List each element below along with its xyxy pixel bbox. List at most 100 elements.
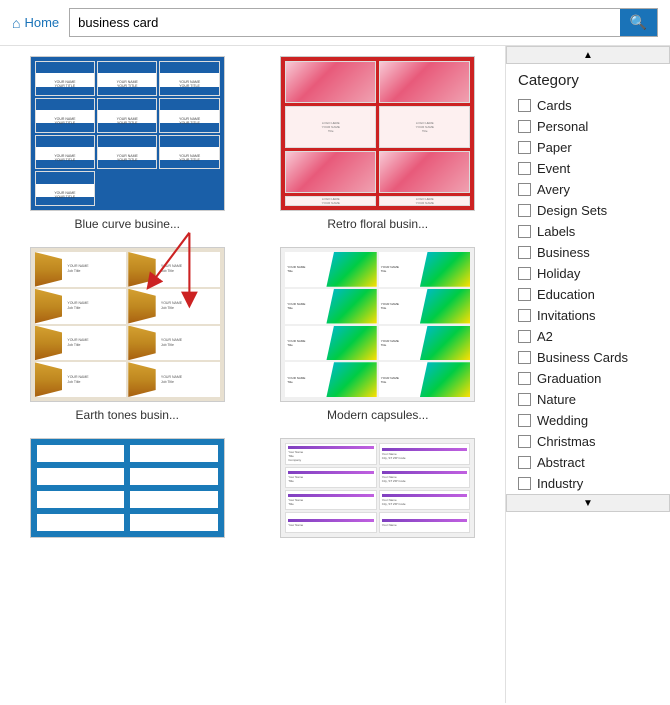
card-cell: YOUR NAMEJob Title <box>128 362 220 397</box>
template-label: Retro floral busin... <box>327 217 428 231</box>
card-cell: LOGO HEREYOUR NAME <box>285 196 376 206</box>
category-item[interactable]: Event <box>506 158 670 179</box>
category-label: Avery <box>537 182 570 197</box>
category-item[interactable]: Graduation <box>506 368 670 389</box>
category-checkbox[interactable] <box>518 372 531 385</box>
card-cell: YOUR NAMEYOUR TITLE <box>35 135 95 170</box>
category-item[interactable]: Education <box>506 284 670 305</box>
card-cell: YOUR NAMEYOUR TITLE <box>159 61 219 96</box>
card-cell: YOUR NAMETitle <box>379 362 471 397</box>
card-cell: LOGO HEREYOUR NAME <box>379 196 470 206</box>
template-thumbnail: YOUR NAMEYOUR TITLE YOUR NAMEYOUR TITLE … <box>30 56 225 211</box>
home-button[interactable]: ⌂ Home <box>12 15 59 31</box>
category-label: Industry <box>537 476 583 491</box>
category-item[interactable]: Business Cards <box>506 347 670 368</box>
card-cell <box>285 151 376 193</box>
category-item[interactable]: Design Sets <box>506 200 670 221</box>
category-label: Event <box>537 161 570 176</box>
category-label: Graduation <box>537 371 601 386</box>
category-item[interactable]: Invitations <box>506 305 670 326</box>
template-item[interactable]: YOUR NAMEJob Title YOUR NAMEJob Title YO… <box>14 247 241 422</box>
category-checkbox[interactable] <box>518 288 531 301</box>
card-cell: YOUR NAMEYOUR TITLE <box>35 171 95 206</box>
category-checkbox[interactable] <box>518 393 531 406</box>
card-cell: YOUR NAMETitle <box>285 362 377 397</box>
search-bar: 🔍 <box>69 8 658 37</box>
category-checkbox[interactable] <box>518 456 531 469</box>
template-thumbnail: LOGO HEREYOUR NAMETitle LOGO HEREYOUR NA… <box>280 56 475 211</box>
template-item[interactable]: Your NameTitleCompany Your NameCity, ST … <box>265 438 492 544</box>
category-checkbox[interactable] <box>518 204 531 217</box>
category-checkbox[interactable] <box>518 162 531 175</box>
content-area: YOUR NAMEYOUR TITLE YOUR NAMEYOUR TITLE … <box>0 46 505 703</box>
template-item[interactable] <box>14 438 241 544</box>
search-icon: 🔍 <box>630 14 647 30</box>
category-label: Labels <box>537 224 575 239</box>
card-cell: Your NameCity, ST ZIP Code <box>379 490 471 511</box>
category-checkbox[interactable] <box>518 351 531 364</box>
category-item[interactable]: A2 <box>506 326 670 347</box>
category-checkbox[interactable] <box>518 330 531 343</box>
scroll-down-button[interactable]: ▼ <box>506 494 670 512</box>
category-checkbox[interactable] <box>518 246 531 259</box>
main-layout: YOUR NAMEYOUR TITLE YOUR NAMEYOUR TITLE … <box>0 46 670 703</box>
card-cell: YOUR NAMEJob Title <box>35 289 127 324</box>
category-checkbox[interactable] <box>518 225 531 238</box>
category-header: Category <box>506 64 670 95</box>
category-item[interactable]: Cards <box>506 95 670 116</box>
category-checkbox[interactable] <box>518 477 531 490</box>
category-item[interactable]: Christmas <box>506 431 670 452</box>
card-cell: Your NameTitle <box>285 467 377 488</box>
category-item[interactable]: Holiday <box>506 263 670 284</box>
category-label: Wedding <box>537 413 588 428</box>
category-checkbox[interactable] <box>518 99 531 112</box>
category-checkbox[interactable] <box>518 414 531 427</box>
category-item[interactable]: Labels <box>506 221 670 242</box>
search-button[interactable]: 🔍 <box>620 9 657 36</box>
content-wrapper: YOUR NAMEYOUR TITLE YOUR NAMEYOUR TITLE … <box>14 56 491 544</box>
template-item[interactable]: YOUR NAMEYOUR TITLE YOUR NAMEYOUR TITLE … <box>14 56 241 231</box>
template-item[interactable]: YOUR NAMETitle YOUR NAMETitle YOUR NAMET… <box>265 247 492 422</box>
category-checkbox[interactable] <box>518 120 531 133</box>
category-checkbox[interactable] <box>518 183 531 196</box>
template-grid: YOUR NAMEYOUR TITLE YOUR NAMEYOUR TITLE … <box>14 56 491 544</box>
home-label: Home <box>24 15 59 30</box>
scroll-down-icon: ▼ <box>583 498 593 509</box>
card-cell: Your Name <box>379 512 471 533</box>
card-cell <box>379 61 470 103</box>
card-cell <box>128 512 220 533</box>
category-item[interactable]: Avery <box>506 179 670 200</box>
card-cell <box>285 61 376 103</box>
category-item[interactable]: Nature <box>506 389 670 410</box>
card-cell <box>35 512 127 533</box>
category-label: A2 <box>537 329 553 344</box>
category-item[interactable]: Abstract <box>506 452 670 473</box>
category-item[interactable]: Industry <box>506 473 670 494</box>
category-item[interactable]: Personal <box>506 116 670 137</box>
category-label: Personal <box>537 119 588 134</box>
card-cell: Your NameCity, ST ZIP Code <box>379 443 471 465</box>
scroll-up-button[interactable]: ▲ <box>506 46 670 64</box>
category-label: Christmas <box>537 434 596 449</box>
category-checkbox[interactable] <box>518 141 531 154</box>
card-cell <box>128 489 220 510</box>
category-checkbox[interactable] <box>518 267 531 280</box>
card-cell: YOUR NAMEJob Title <box>35 362 127 397</box>
category-checkbox[interactable] <box>518 435 531 448</box>
card-cell: YOUR NAMEYOUR TITLE <box>159 135 219 170</box>
card-cell: YOUR NAMEYOUR TITLE <box>35 61 95 96</box>
card-cell: LOGO HEREYOUR NAMETitle <box>285 106 376 148</box>
template-item[interactable]: LOGO HEREYOUR NAMETitle LOGO HEREYOUR NA… <box>265 56 492 231</box>
card-cell: Your NameTitleCompany <box>285 443 377 465</box>
category-item[interactable]: Business <box>506 242 670 263</box>
card-cell: Your Name <box>285 512 377 533</box>
category-item[interactable]: Wedding <box>506 410 670 431</box>
card-cell: YOUR NAMETitle <box>379 326 471 361</box>
card-cell: YOUR NAMEJob Title <box>35 252 127 287</box>
category-checkbox[interactable] <box>518 309 531 322</box>
search-input[interactable] <box>70 11 619 34</box>
category-item[interactable]: Paper <box>506 137 670 158</box>
card-cell <box>35 466 127 487</box>
card-cell: YOUR NAMETitle <box>285 252 377 287</box>
category-label: Paper <box>537 140 572 155</box>
